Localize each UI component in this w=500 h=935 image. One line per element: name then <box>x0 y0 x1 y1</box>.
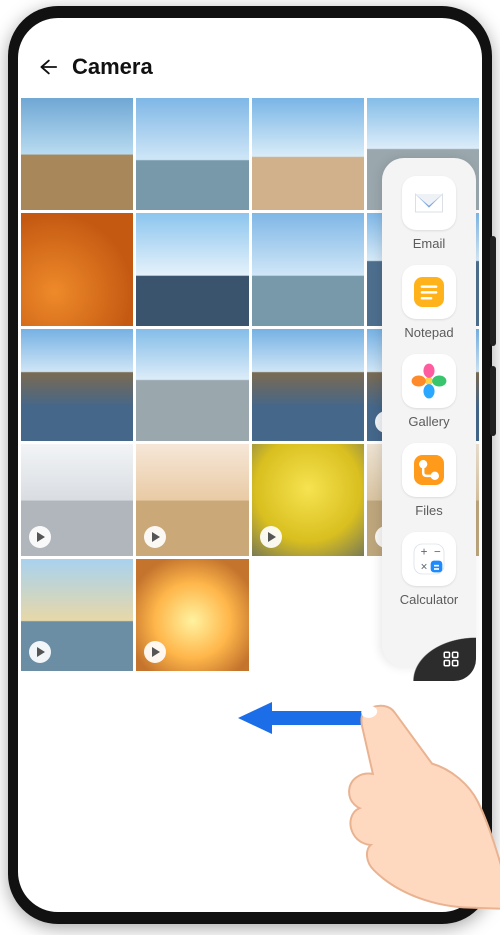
photo-thumb[interactable] <box>21 559 133 671</box>
photo-image <box>136 213 248 325</box>
grid-icon <box>442 650 460 673</box>
photo-thumb[interactable] <box>21 213 133 325</box>
dock-item-notepad[interactable]: Notepad <box>402 265 456 340</box>
play-icon <box>260 526 282 548</box>
gallery-icon <box>402 354 456 408</box>
photo-thumb[interactable] <box>136 329 248 441</box>
dock-label: Files <box>415 503 442 518</box>
dock-item-gallery[interactable]: Gallery <box>402 354 456 429</box>
photo-image <box>21 213 133 325</box>
dock-label: Notepad <box>404 325 453 340</box>
photo-thumb[interactable] <box>136 213 248 325</box>
dock-item-calculator[interactable]: +−× Calculator <box>400 532 459 607</box>
multi-window-dock[interactable]: Email Notepad Gallery Files +−× Calculator <box>382 158 476 667</box>
gesture-hand <box>322 680 500 935</box>
back-icon[interactable] <box>36 56 58 78</box>
power-button[interactable] <box>490 366 496 436</box>
email-icon <box>402 176 456 230</box>
volume-button[interactable] <box>490 236 496 346</box>
notepad-icon <box>402 265 456 319</box>
dock-item-email[interactable]: Email <box>402 176 456 251</box>
photo-image <box>252 213 364 325</box>
app-header: Camera <box>18 18 482 98</box>
photo-thumb[interactable] <box>136 98 248 210</box>
photo-image <box>21 329 133 441</box>
play-icon <box>29 526 51 548</box>
dock-label: Email <box>413 236 446 251</box>
photo-thumb[interactable] <box>21 444 133 556</box>
photo-image <box>136 329 248 441</box>
photo-thumb[interactable] <box>136 559 248 671</box>
photo-thumb[interactable] <box>136 444 248 556</box>
photo-image <box>21 98 133 210</box>
photo-thumb[interactable] <box>252 444 364 556</box>
svg-text:×: × <box>421 561 428 574</box>
page-title: Camera <box>72 54 153 80</box>
photo-image <box>252 98 364 210</box>
photo-thumb[interactable] <box>252 329 364 441</box>
dock-expand-tab[interactable] <box>382 621 476 681</box>
photo-image <box>136 98 248 210</box>
dock-label: Gallery <box>408 414 449 429</box>
files-icon <box>402 443 456 497</box>
photo-thumb[interactable] <box>252 98 364 210</box>
photo-thumb[interactable] <box>21 329 133 441</box>
svg-text:−: − <box>434 546 441 559</box>
dock-label: Calculator <box>400 592 459 607</box>
photo-thumb[interactable] <box>21 98 133 210</box>
dock-item-files[interactable]: Files <box>402 443 456 518</box>
photo-thumb[interactable] <box>252 213 364 325</box>
svg-text:+: + <box>421 546 428 559</box>
calculator-icon: +−× <box>402 532 456 586</box>
photo-image <box>252 329 364 441</box>
